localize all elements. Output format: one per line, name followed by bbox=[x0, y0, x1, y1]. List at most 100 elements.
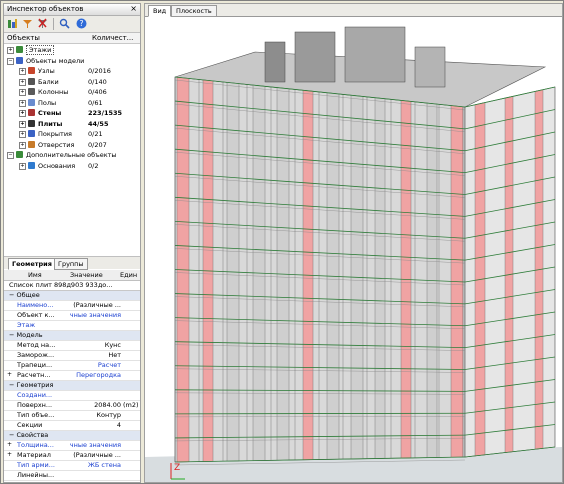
property-row[interactable]: Поверхн... 2084.00 (m2) bbox=[4, 401, 140, 411]
expand-icon[interactable]: + bbox=[19, 131, 26, 138]
tree-item[interactable]: + Стены 223/1535 bbox=[4, 109, 140, 118]
object-type-icon bbox=[28, 77, 35, 85]
property-row[interactable]: Этаж bbox=[4, 321, 140, 331]
viewport-panel: Вид Плоскость Z bbox=[144, 3, 563, 483]
property-row[interactable]: Объект к... чные значения bbox=[4, 311, 140, 321]
invert-selection-icon[interactable] bbox=[37, 18, 48, 29]
tree-item[interactable]: + Полы 0/61 bbox=[4, 98, 140, 108]
property-value[interactable]: (Различные ... bbox=[65, 301, 121, 309]
property-name: Тип объе... bbox=[17, 411, 55, 419]
collapse-icon[interactable]: − bbox=[7, 152, 14, 159]
expand-icon[interactable]: + bbox=[19, 99, 26, 107]
expand-icon[interactable]: + bbox=[7, 441, 12, 448]
column-objects[interactable]: Объекты bbox=[7, 34, 40, 42]
property-value[interactable]: Нет bbox=[65, 351, 121, 359]
expand-icon[interactable]: + bbox=[19, 89, 26, 96]
property-row[interactable]: Материал + (Различные ... bbox=[4, 451, 140, 461]
property-value[interactable]: чные значения bbox=[65, 441, 121, 449]
property-row[interactable]: Расчетн... + Перегородка bbox=[4, 371, 140, 381]
expand-icon[interactable]: + bbox=[19, 78, 26, 86]
app-window: Инспектор объектов × ? Объекты Количест.… bbox=[0, 0, 564, 484]
property-row[interactable]: Создани... bbox=[4, 391, 140, 401]
tree-item-count: 0/21 bbox=[88, 130, 103, 138]
property-value[interactable]: чные значения bbox=[65, 311, 121, 319]
tree-item[interactable]: + Узлы 0/2016 bbox=[4, 67, 140, 76]
property-row[interactable]: Заморож... Нет bbox=[4, 351, 140, 361]
property-row[interactable]: Тип арми... ЖБ стена bbox=[4, 461, 140, 471]
property-row[interactable]: Трапеци... Расчет bbox=[4, 361, 140, 371]
tree-item[interactable]: + Балки 0/140 bbox=[4, 77, 140, 87]
property-row[interactable]: Наимено... (Различные ... bbox=[4, 301, 140, 311]
expand-icon[interactable]: + bbox=[7, 371, 12, 378]
property-section[interactable]: − Модель bbox=[4, 331, 140, 341]
tree-item-count: 44/55 bbox=[88, 119, 109, 128]
header-name: Имя bbox=[28, 271, 42, 279]
property-value[interactable]: 2084.00 bbox=[65, 401, 121, 409]
property-section[interactable]: − Общее bbox=[4, 291, 140, 301]
object-type-icon bbox=[28, 161, 35, 169]
property-name: Создани... bbox=[17, 391, 53, 399]
tree-item-label: Основания bbox=[38, 161, 76, 170]
property-name: Трапеци... bbox=[17, 361, 53, 369]
help-icon[interactable]: ? bbox=[76, 18, 87, 29]
tree-item-label: Балки bbox=[38, 77, 59, 86]
property-value[interactable]: Перегородка bbox=[65, 371, 121, 379]
property-value[interactable]: 4 bbox=[65, 421, 121, 429]
expand-icon[interactable]: + bbox=[19, 162, 26, 170]
object-type-icon bbox=[28, 67, 35, 74]
filter-icon[interactable] bbox=[7, 18, 18, 29]
tree-item-label: Колонны bbox=[38, 88, 69, 96]
select-filter-icon[interactable] bbox=[22, 18, 33, 29]
search-icon[interactable] bbox=[59, 18, 70, 29]
tree-item[interactable]: + Основания 0/2 bbox=[4, 161, 140, 171]
tree-item[interactable]: − Дополнительные объекты bbox=[4, 151, 140, 160]
property-row[interactable]: Толщина... + чные значения bbox=[4, 441, 140, 451]
property-value[interactable]: Контур bbox=[65, 411, 121, 419]
tab-geometry[interactable]: Геометрия bbox=[8, 258, 56, 270]
property-row[interactable]: Линейны... bbox=[4, 471, 140, 481]
object-inspector-panel: Инспектор объектов × ? Объекты Количест.… bbox=[3, 3, 141, 483]
tree-item[interactable]: − Объекты модели bbox=[4, 56, 140, 66]
property-section[interactable]: − Свойства bbox=[4, 431, 140, 441]
property-name: Объект к... bbox=[17, 311, 55, 319]
property-value[interactable]: Кунс bbox=[65, 341, 121, 349]
header-unit: Един bbox=[120, 271, 138, 279]
tab-groups[interactable]: Группы bbox=[54, 258, 88, 270]
property-value[interactable]: (Различные ... bbox=[65, 451, 121, 459]
property-row[interactable]: Метод на... Кунс bbox=[4, 341, 140, 351]
property-value[interactable]: Расчет bbox=[65, 361, 121, 369]
selection-row[interactable]: Список плит 898д903 933до... bbox=[4, 281, 140, 291]
tree-item-label: Узлы bbox=[38, 67, 55, 75]
close-icon[interactable]: × bbox=[130, 4, 137, 13]
object-type-icon bbox=[16, 151, 23, 158]
section-title: − Геометрия bbox=[9, 381, 54, 389]
property-name: Этаж bbox=[17, 321, 36, 329]
expand-icon[interactable]: + bbox=[19, 110, 26, 117]
column-count[interactable]: Количест... bbox=[92, 34, 133, 42]
expand-icon[interactable]: + bbox=[7, 47, 14, 54]
tree-item-label: Покрытия bbox=[38, 130, 72, 138]
selection-text: Список плит 898д903 933до... bbox=[9, 281, 113, 289]
expand-icon[interactable]: + bbox=[19, 120, 26, 128]
section-title: − Модель bbox=[9, 331, 43, 339]
expand-icon[interactable]: + bbox=[19, 141, 26, 149]
tab-view[interactable]: Вид bbox=[148, 5, 172, 17]
tree-item[interactable]: + Покрытия 0/21 bbox=[4, 130, 140, 139]
property-row[interactable]: Тип объе... Контур bbox=[4, 411, 140, 421]
object-type-icon bbox=[28, 109, 35, 116]
tree-item[interactable]: + Отверстия 0/207 bbox=[4, 140, 140, 150]
collapse-icon[interactable]: − bbox=[7, 57, 14, 65]
property-name: Секции bbox=[17, 421, 43, 429]
tree-item-label: Стены bbox=[38, 109, 62, 117]
expand-icon[interactable]: + bbox=[19, 68, 26, 75]
tree-item[interactable]: + Колонны 0/406 bbox=[4, 88, 140, 97]
property-value[interactable]: ЖБ стена bbox=[65, 461, 121, 469]
property-section[interactable]: − Геометрия bbox=[4, 381, 140, 391]
tree-item[interactable]: + Этажи bbox=[4, 45, 140, 55]
expand-icon[interactable]: + bbox=[7, 451, 12, 458]
tree-item[interactable]: + Плиты 44/55 bbox=[4, 119, 140, 129]
tab-plane[interactable]: Плоскость bbox=[171, 5, 217, 17]
property-row[interactable]: Секции 4 bbox=[4, 421, 140, 431]
3d-building-view[interactable]: Z bbox=[145, 17, 562, 482]
roof-structure bbox=[294, 31, 336, 83]
